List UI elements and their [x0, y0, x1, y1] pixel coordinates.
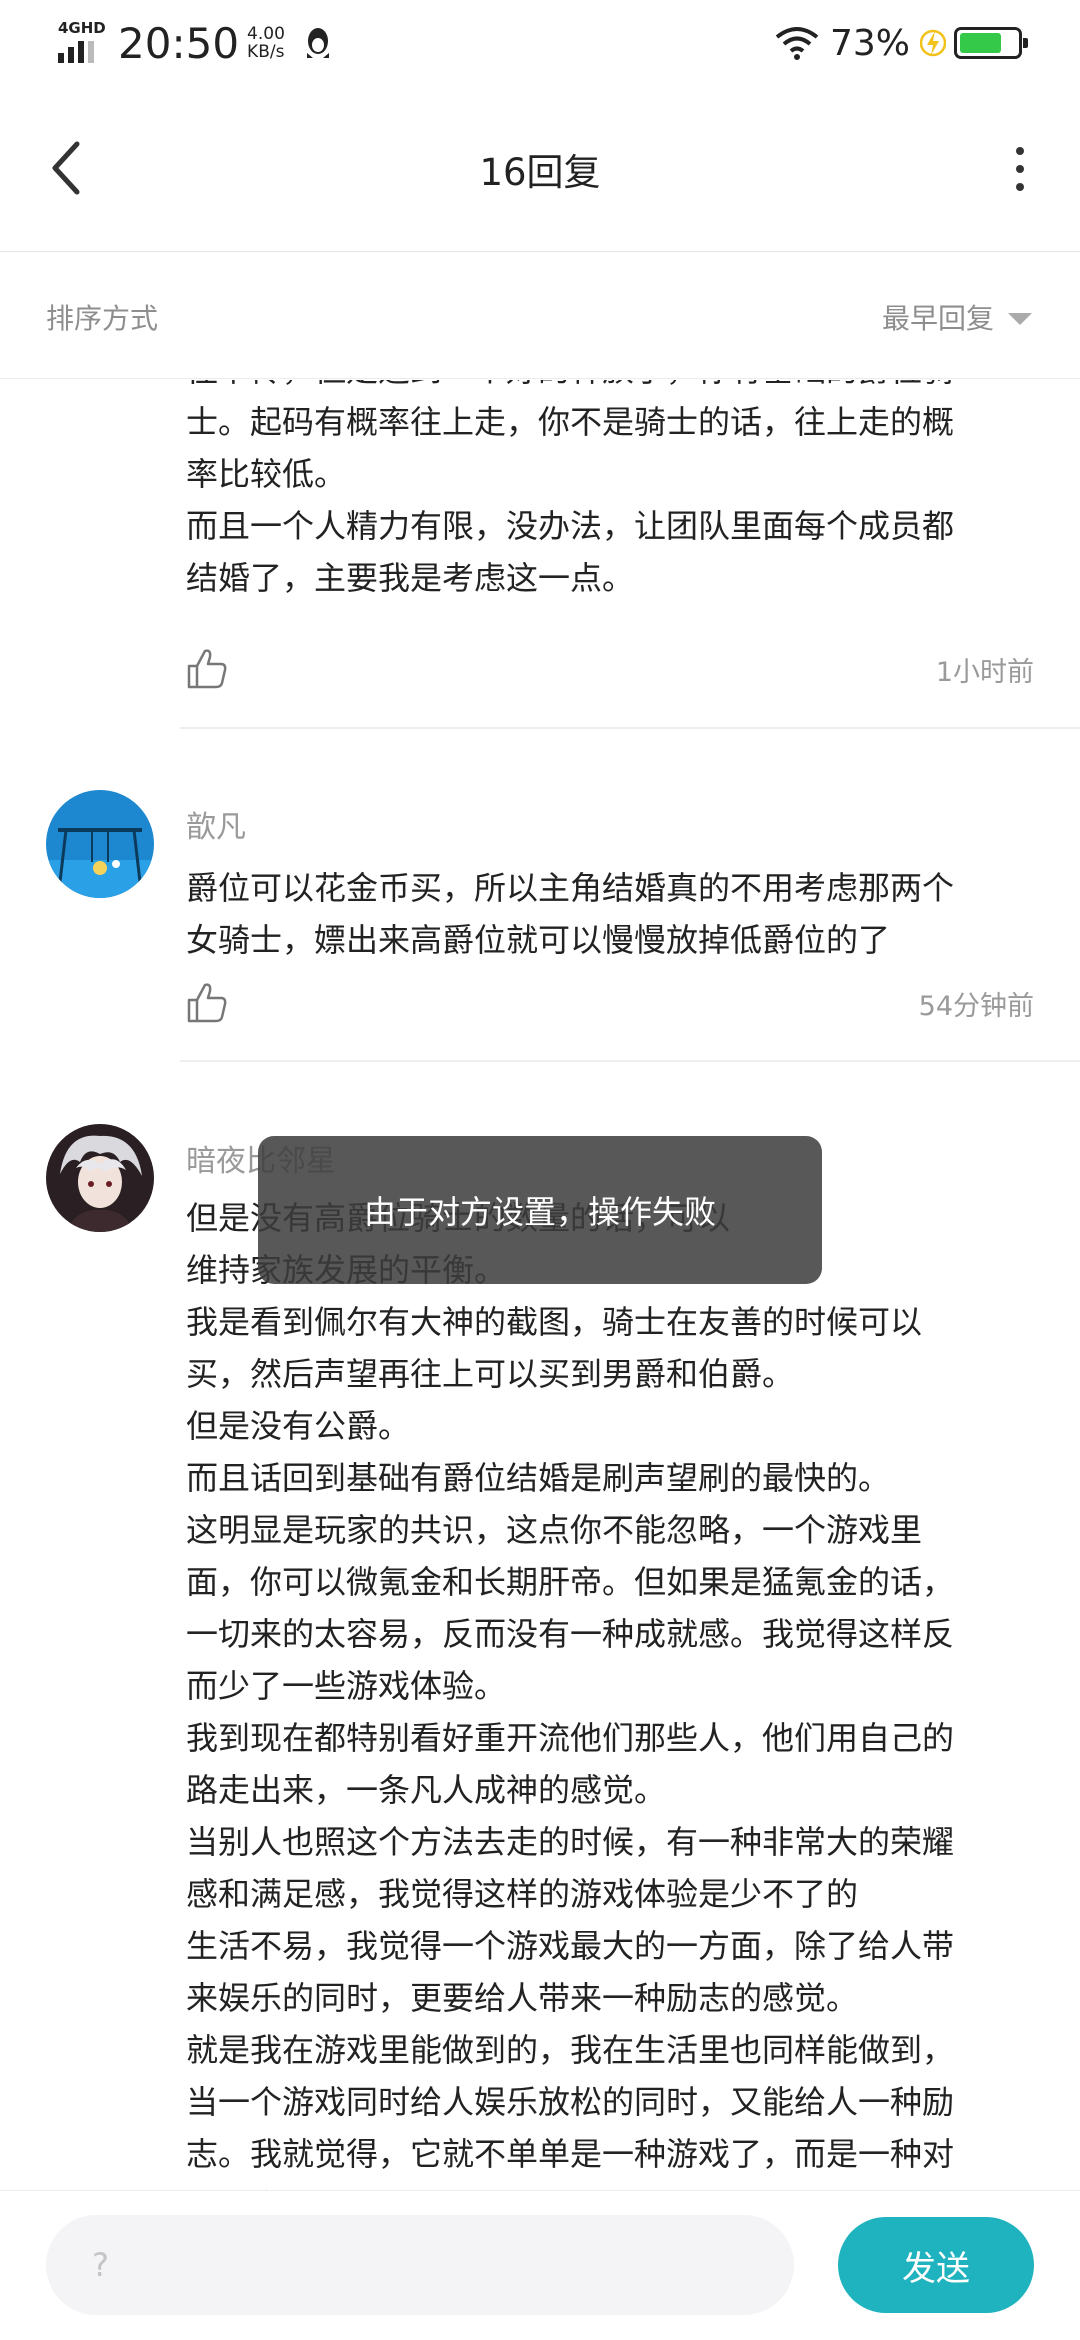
reply-text-line: 来娱乐的同时，更要给人带来一种励志的感觉。 [186, 1979, 859, 2017]
reply-text-line: 路走出来，一条凡人成神的感觉。 [186, 1771, 667, 1809]
reply-text-line: 率比较低。 [186, 455, 347, 493]
reply-text-line: 我到现在都特别看好重开流他们那些人，他们用自己的 [186, 1719, 955, 1757]
status-bar: 4GHD 20:50 4.00 KB/s 73% [0, 0, 1080, 84]
divider [180, 1060, 1080, 1062]
reply-text-line: 买，然后声望再往上可以买到男爵和伯爵。 [186, 1355, 795, 1393]
more-options-button[interactable] [990, 134, 1050, 204]
reply-composer: 发送 [0, 2190, 1080, 2340]
reply-text-line: 志。我就觉得，它就不单单是一种游戏了，而是一种对 [186, 2135, 955, 2173]
reply-text-line: 而且话回到基础有爵位结婚是刷声望刷的最快的。 [186, 1459, 891, 1497]
username[interactable]: 歆凡 [186, 802, 246, 846]
reply-text-line: 爵位可以花金币买，所以主角结婚真的不用考虑那两个 [186, 869, 955, 907]
reply-body: 往下传，但是遇到一个好的种族了，你有基础的爵位骑 士。起码有概率往上走，你不是骑… [186, 380, 1026, 604]
avatar[interactable] [46, 1124, 154, 1232]
wifi-icon [775, 27, 819, 60]
reply-text-line: 往下传，但是遇到一个好的种族了，你有基础的爵位骑 [186, 380, 1026, 396]
header: 16回复 [0, 84, 1080, 252]
page-title: 16回复 [479, 151, 601, 194]
reply-time: 54分钟前 [918, 991, 1034, 1022]
reply-text-line: 当一个游戏同时给人娱乐放松的同时，又能给人一种励 [186, 2083, 955, 2121]
sort-dropdown[interactable]: 最早回复 [882, 297, 1032, 337]
reply-time: 1小时前 [935, 657, 1034, 688]
reply-text-line: 女骑士，嫖出来高爵位就可以慢慢放掉低爵位的了 [186, 921, 891, 959]
reply-text-line: 结婚了，主要我是考虑这一点。 [186, 559, 635, 597]
reply-meta: 1小时前 [186, 646, 1034, 706]
cellular-signal-icon: 4GHD [58, 19, 106, 65]
battery-fill [960, 33, 1001, 53]
reply-meta: 54分钟前 [186, 980, 1034, 1040]
dropdown-arrow-icon [1008, 313, 1032, 325]
send-button[interactable]: 发送 [838, 2217, 1034, 2313]
speed-unit: KB/s [247, 42, 285, 62]
status-left: 4GHD 20:50 4.00 KB/s [58, 18, 333, 68]
divider [180, 727, 1080, 729]
reply-text-line: 我是看到佩尔有大神的截图，骑士在友善的时候可以 [186, 1303, 923, 1341]
sort-label: 排序方式 [46, 302, 159, 335]
network-type: 4GHD [58, 19, 106, 37]
reply-text-line: 而少了一些游戏体验。 [186, 1667, 507, 1705]
thumbs-up-icon[interactable] [186, 646, 228, 690]
reply-text-line: 就是我在游戏里能做到的，我在生活里也同样能做到， [186, 2031, 955, 2069]
sort-bar: 排序方式 最早回复 [0, 253, 1080, 379]
reply-text-line: 人有意义的事情 [186, 2180, 1026, 2190]
sort-selected-value: 最早回复 [881, 302, 994, 335]
reply-text-line: 而且一个人精力有限，没办法，让团队里面每个成员都 [186, 507, 955, 545]
reply-body: 但是没有高爵位骑士的数量的话，可以 维持家族发展的平衡。 我是看到佩尔有大神的截… [186, 1192, 1026, 2190]
reply-text-line: 生活不易，我觉得一个游戏最大的一方面，除了给人带 [186, 1927, 955, 1965]
reply-body: 爵位可以花金币买，所以主角结婚真的不用考虑那两个 女骑士，嫖出来高爵位就可以慢慢… [186, 862, 1026, 966]
status-right: 73% [774, 18, 1028, 68]
avatar[interactable] [46, 790, 154, 898]
thumbs-up-icon[interactable] [186, 980, 228, 1024]
reply-text-line: 当别人也照这个方法去走的时候，有一种非常大的荣耀 [186, 1823, 955, 1861]
reply-text-line: 一切来的太容易，反而没有一种成就感。我觉得这样反 [186, 1615, 955, 1653]
speed-value: 4.00 [247, 24, 285, 44]
network-speed: 4.00 KB/s [247, 25, 285, 61]
reply-list: 往下传，但是遇到一个好的种族了，你有基础的爵位骑 士。起码有概率往上走，你不是骑… [0, 380, 1080, 2190]
battery-percent: 73% [829, 22, 910, 64]
qq-penguin-icon [306, 28, 329, 58]
reply-page: 4GHD 20:50 4.00 KB/s 73% 16回复 排序方式 最早回复 … [0, 0, 1080, 2340]
reply-input[interactable] [46, 2215, 794, 2315]
toast-message: 由于对方设置，操作失败 [258, 1136, 822, 1284]
clock: 20:50 [118, 18, 240, 68]
reply-text-line: 感和满足感，我觉得这样的游戏体验是少不了的 [186, 1875, 859, 1913]
vertical-dots-icon [1016, 147, 1024, 155]
charging-bolt-icon [920, 29, 946, 57]
reply-text-line: 但是没有公爵。 [186, 1407, 411, 1445]
reply-text-line: 面，你可以微氪金和长期肝帝。但如果是猛氪金的话， [186, 1563, 955, 1601]
battery-icon [954, 27, 1028, 59]
reply-text-line: 这明显是玩家的共识，这点你不能忽略，一个游戏里 [186, 1511, 923, 1549]
reply-text-line: 士。起码有概率往上走，你不是骑士的话，往上走的概 [186, 403, 955, 441]
